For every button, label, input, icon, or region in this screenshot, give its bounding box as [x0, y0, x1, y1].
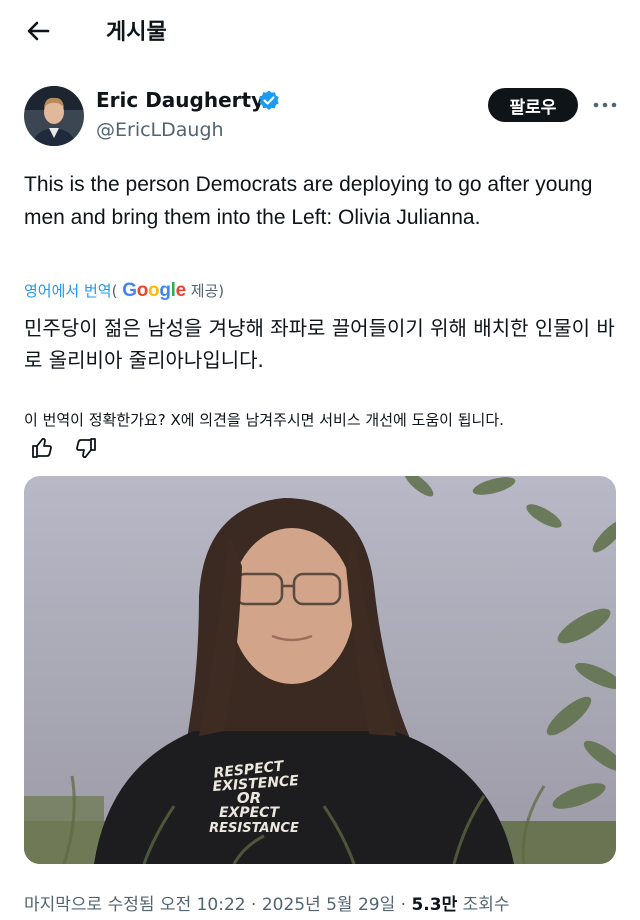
- avatar[interactable]: [24, 86, 84, 146]
- verified-badge-icon: [259, 90, 279, 110]
- thumbs-down-icon: [76, 438, 96, 458]
- edited-timestamp: 마지막으로 수정됨 오전 10:22 · 2025년 5월 29일 ·: [24, 895, 412, 915]
- page-title: 게시물: [106, 20, 167, 45]
- translation-provided-by: 제공): [190, 282, 225, 300]
- translate-link[interactable]: 영어에서 번역: [24, 282, 112, 300]
- more-button[interactable]: [590, 92, 620, 118]
- author-handle[interactable]: @EricLDaugh: [96, 119, 224, 141]
- translation-attribution: 영어에서 번역( Google 제공): [24, 280, 224, 302]
- translation-feedback-question: 이 번역이 정확한가요? X에 의견을 남겨주시면 서비스 개선에 도움이 됩니…: [24, 411, 504, 429]
- thumbs-up-icon: [32, 438, 52, 458]
- translation-paren-open: (: [111, 282, 118, 300]
- view-label: 조회수: [457, 895, 510, 915]
- more-horizontal-icon: [593, 102, 617, 108]
- view-count: 5.3만: [411, 895, 458, 915]
- translated-text: 민주당이 젊은 남성을 겨냥해 좌파로 끌어들이기 위해 배치한 인물이 바로 …: [24, 316, 615, 372]
- arrow-left-icon: [27, 21, 50, 41]
- author-name[interactable]: Eric Daugherty: [96, 88, 264, 112]
- thumbs-up-button[interactable]: [30, 436, 54, 460]
- google-logo: Google: [122, 280, 186, 301]
- back-button[interactable]: [22, 14, 56, 48]
- follow-button[interactable]: 팔로우: [488, 88, 578, 122]
- tweet-text: This is the person Democrats are deployi…: [24, 173, 593, 229]
- thumbs-down-button[interactable]: [74, 436, 98, 460]
- top-bar: 게시물: [0, 0, 640, 60]
- tweet-photo[interactable]: RESPECT EXISTENCE OR EXPECT RESISTANCE: [24, 476, 616, 864]
- shirt-text-line-5: RESISTANCE: [209, 821, 299, 836]
- shirt-text-line-4: EXPECT: [219, 805, 280, 821]
- tweet-meta: 마지막으로 수정됨 오전 10:22 · 2025년 5월 29일 · 5.3만…: [24, 890, 510, 915]
